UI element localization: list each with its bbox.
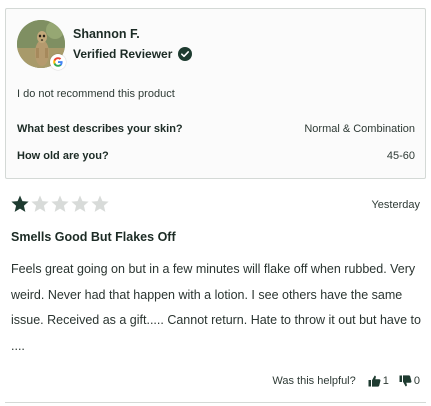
verified-check-icon <box>178 47 193 61</box>
helpful-row: Was this helpful? 1 0 <box>272 373 420 389</box>
verified-reviewer-label: Verified Reviewer <box>73 47 173 61</box>
star-empty-icon <box>71 195 89 212</box>
verified-reviewer-row: Verified Reviewer <box>73 46 193 62</box>
vote-down-count: 0 <box>413 375 420 387</box>
review-body: Feels great going on but in a few minute… <box>11 262 421 353</box>
star-empty-icon <box>31 195 49 212</box>
vote-down-button[interactable]: 0 <box>399 375 420 387</box>
question-answer: Normal & Combination <box>304 123 415 135</box>
question-skin-type: What best describes your skin? Normal & … <box>17 121 415 137</box>
star-empty-icon <box>91 195 109 212</box>
thumbs-down-icon <box>399 375 412 387</box>
thumbs-up-icon <box>368 375 381 387</box>
reviewer-name: Shannon F. <box>73 27 140 41</box>
google-g-icon <box>50 54 66 70</box>
review-widget: Shannon F. Verified Reviewer I do not re… <box>0 0 431 406</box>
star-filled-icon <box>11 195 29 212</box>
review-date: Yesterday <box>371 199 420 211</box>
reviewer-card: Shannon F. Verified Reviewer I do not re… <box>5 8 426 179</box>
star-rating <box>10 194 110 214</box>
question-age: How old are you? 45-60 <box>17 148 415 164</box>
review-divider <box>5 402 426 403</box>
helpful-label: Was this helpful? <box>272 375 356 387</box>
question-label: How old are you? <box>17 150 109 162</box>
question-answer: 45-60 <box>386 150 415 162</box>
vote-up-count: 1 <box>382 375 389 387</box>
vote-up-button[interactable]: 1 <box>368 375 389 387</box>
question-label: What best describes your skin? <box>17 123 183 135</box>
review-title: Smells Good But Flakes Off <box>11 230 176 244</box>
recommendation-text: I do not recommend this product <box>17 88 175 100</box>
star-empty-icon <box>51 195 69 212</box>
